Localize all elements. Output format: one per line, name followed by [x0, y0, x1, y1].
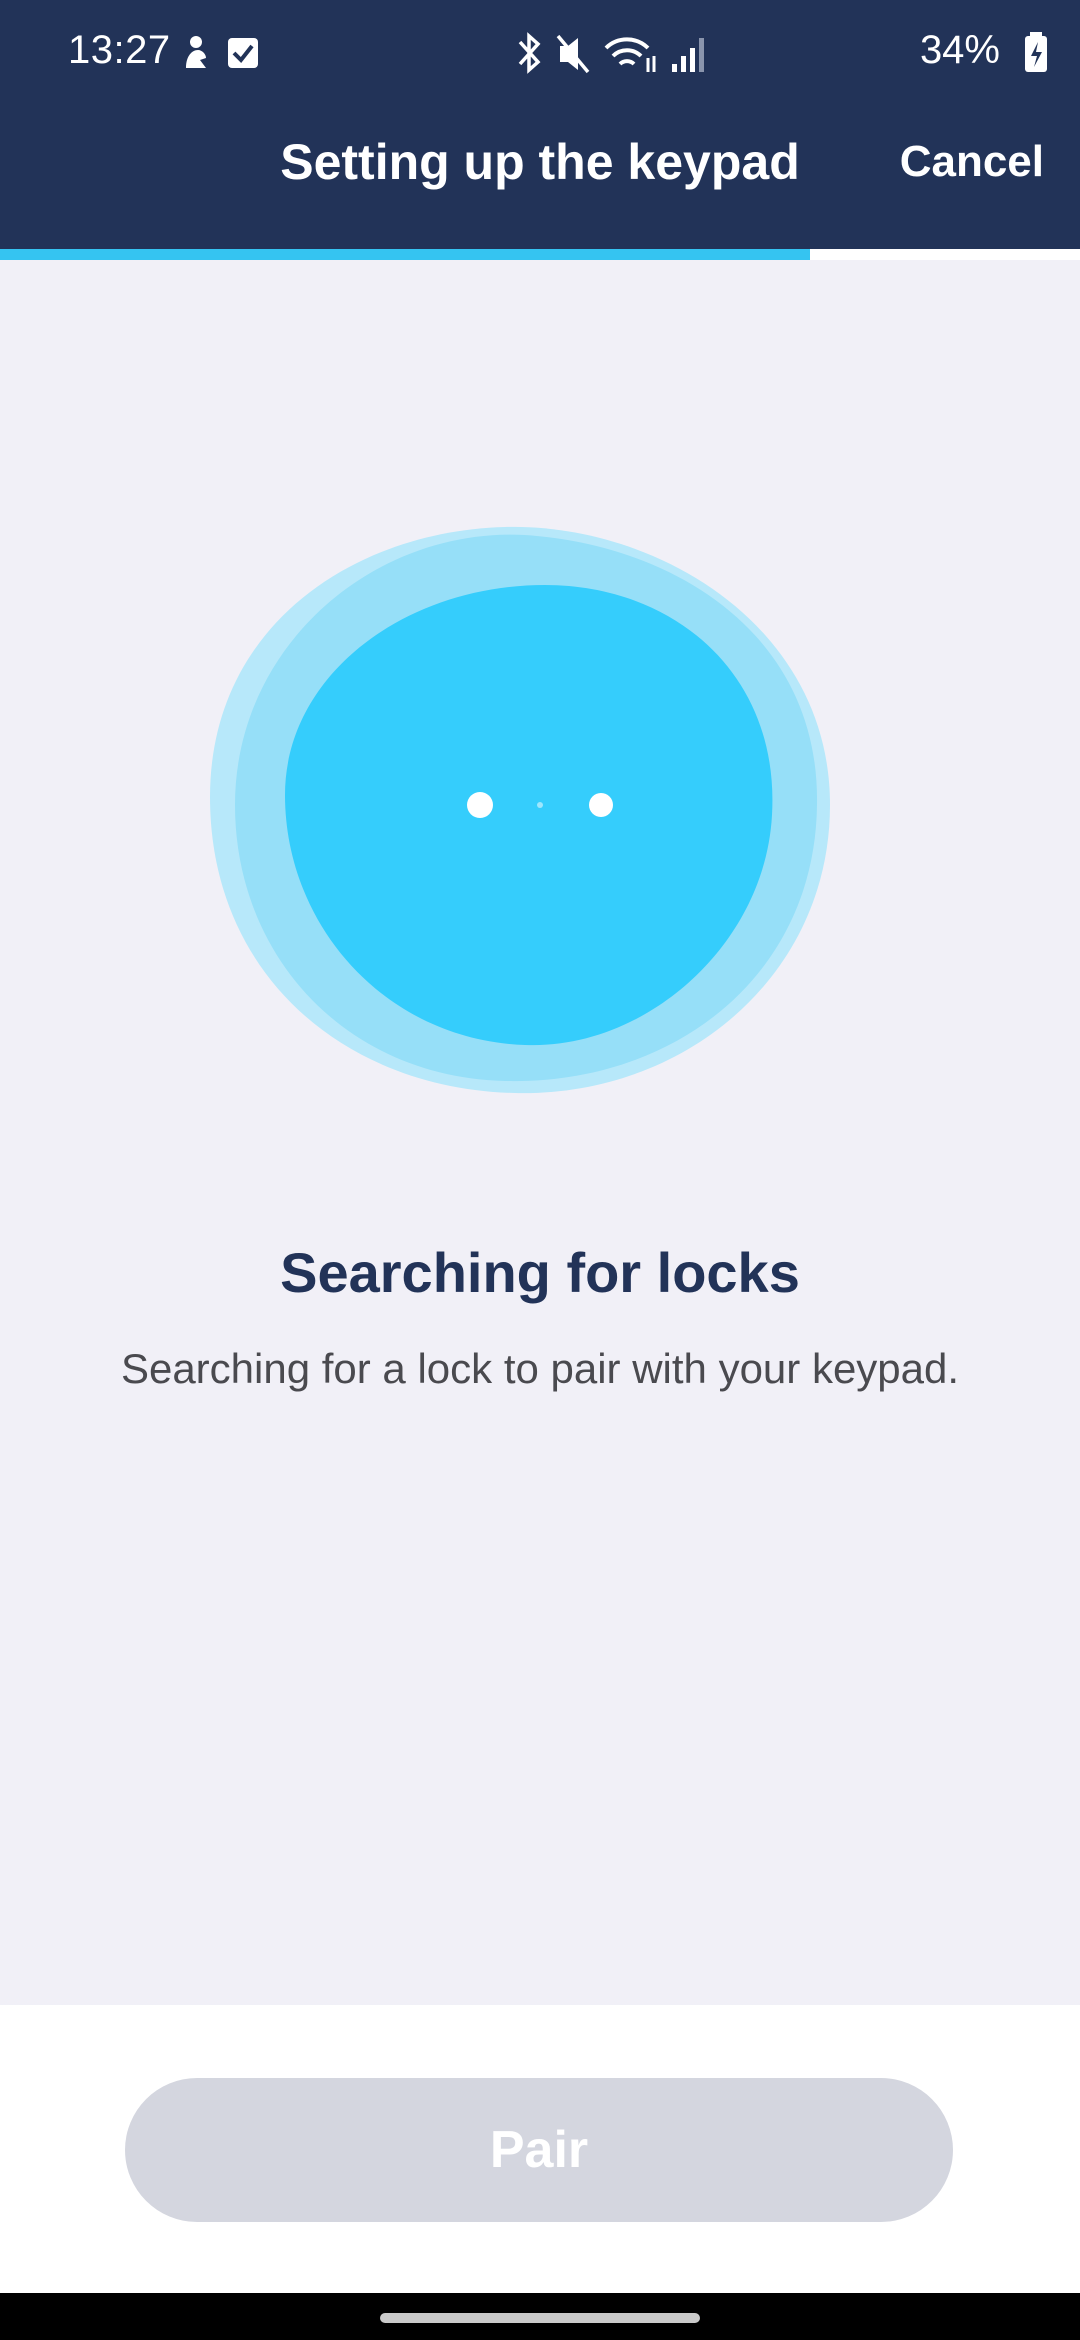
signal-icon [672, 38, 704, 72]
footer: Pair [0, 2005, 1080, 2293]
searching-description: Searching for a lock to pair with your k… [120, 1345, 960, 1392]
app-header: Setting up the keypad Cancel [0, 105, 1080, 249]
loading-dot-right [589, 793, 613, 817]
mute-icon [556, 34, 590, 74]
notification-icons [186, 36, 258, 68]
progress-bar [0, 249, 1080, 260]
main-content: Searching for locks Searching for a lock… [0, 260, 1080, 2005]
searching-heading: Searching for locks [280, 1241, 800, 1304]
navigation-bar [0, 2293, 1080, 2340]
status-time: 13:27 [68, 28, 171, 72]
bluetooth-icon [518, 32, 541, 74]
cancel-button[interactable]: Cancel [900, 137, 1044, 187]
loading-dot-center [537, 802, 543, 808]
searching-animation-graphic [210, 526, 830, 1094]
progress-bar-fill [0, 249, 810, 260]
checkbox-icon [228, 38, 258, 68]
pair-button[interactable]: Pair [125, 2078, 953, 2222]
status-bar: 13:27 34% [0, 0, 1080, 105]
battery-charging-icon [1025, 32, 1047, 72]
status-left-icons [180, 34, 270, 74]
loading-dot-left [467, 792, 493, 818]
battery-percent: 34% [919, 28, 1000, 72]
system-icons [518, 32, 704, 74]
wifi-icon [604, 37, 656, 72]
home-indicator[interactable] [380, 2313, 700, 2323]
notification-person-icon [186, 36, 206, 68]
